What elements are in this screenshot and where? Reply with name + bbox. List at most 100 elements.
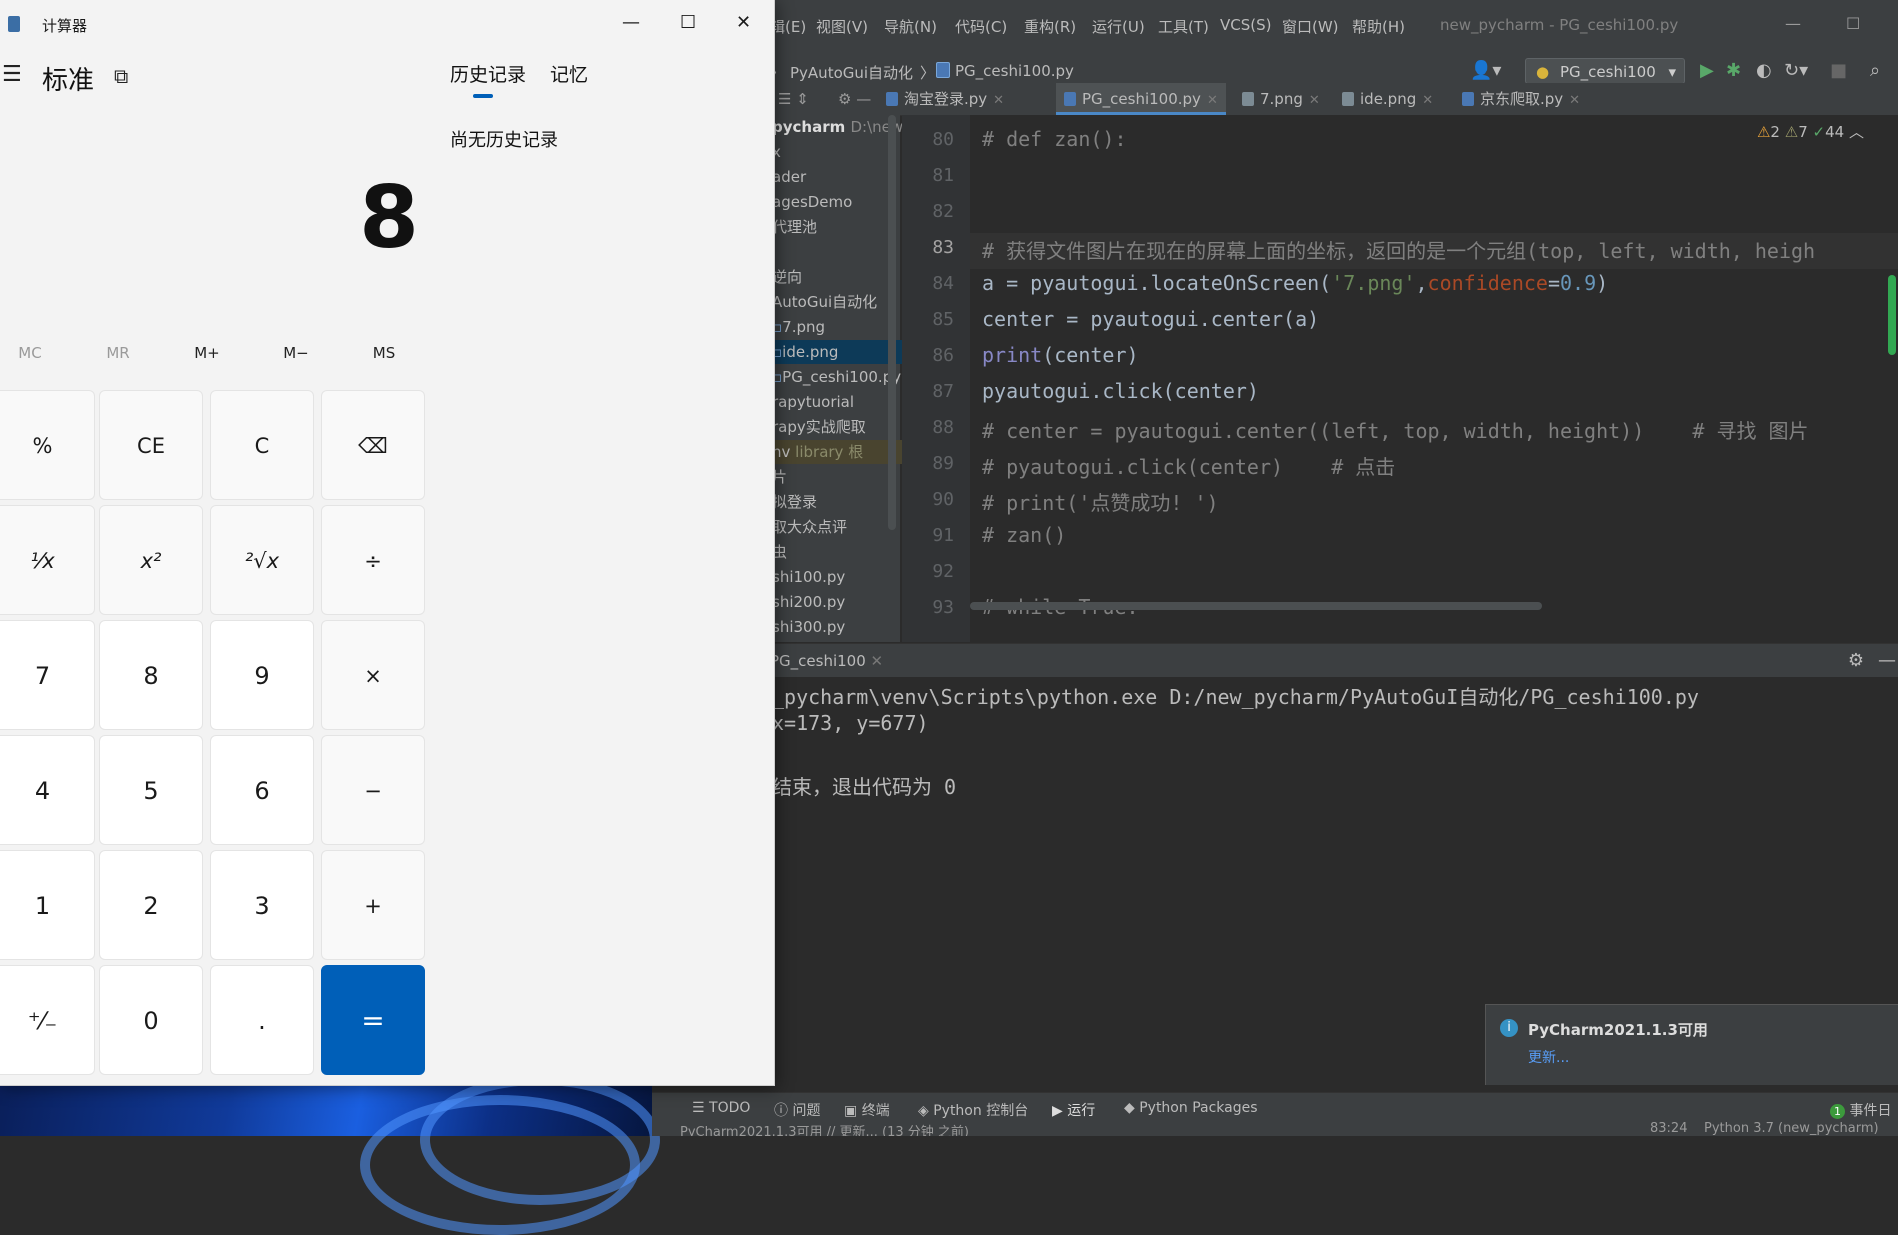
hide-icon[interactable]: — bbox=[1878, 650, 1896, 671]
breadcrumb-folder[interactable]: PyAutoGui自动化 bbox=[790, 62, 913, 83]
update-notification[interactable]: i PyCharm2021.1.3可用 更新... bbox=[1485, 1004, 1898, 1085]
digit-3-button[interactable]: 3 bbox=[210, 850, 314, 960]
run-configuration-select[interactable]: ● PG_ceshi100 ▾ bbox=[1525, 58, 1685, 84]
menu-view[interactable]: 视图(V) bbox=[816, 16, 868, 37]
user-icon[interactable]: 👤▾ bbox=[1470, 60, 1501, 81]
close-icon[interactable]: ✕ bbox=[1309, 93, 1320, 108]
tab-7-png[interactable]: 7.png ✕ bbox=[1234, 83, 1328, 115]
memory-clear-button[interactable]: MC bbox=[0, 344, 74, 362]
digit-5-button[interactable]: 5 bbox=[99, 735, 203, 845]
python-packages-tool[interactable]: ◆ Python Packages bbox=[1124, 1100, 1258, 1116]
reciprocal-button[interactable]: ¹⁄x bbox=[0, 505, 95, 615]
digit-2-button[interactable]: 2 bbox=[99, 850, 203, 960]
tab-taobao-login[interactable]: 淘宝登录.py ✕ bbox=[878, 83, 1012, 115]
subtract-button[interactable]: − bbox=[321, 735, 425, 845]
keep-on-top-icon[interactable]: ⧉ bbox=[114, 64, 128, 88]
update-link[interactable]: 更新... bbox=[1528, 1047, 1569, 1067]
percent-button[interactable]: % bbox=[0, 390, 95, 500]
run-tab[interactable]: PG_ceshi100 ✕ bbox=[770, 652, 883, 670]
clear-entry-button[interactable]: CE bbox=[99, 390, 203, 500]
hamburger-menu-icon[interactable]: ☰ bbox=[2, 62, 22, 87]
close-icon[interactable]: ✕ bbox=[1422, 93, 1433, 108]
horizontal-scrollbar[interactable] bbox=[970, 602, 1542, 610]
tree-item[interactable]: ader bbox=[772, 165, 806, 189]
minimize-icon[interactable]: — bbox=[622, 12, 640, 33]
search-icon[interactable]: ⌕ bbox=[1870, 60, 1880, 81]
digit-7-button[interactable]: 7 bbox=[0, 620, 95, 730]
tree-item[interactable]: shi200.py bbox=[772, 590, 845, 614]
maximize-icon[interactable]: ☐ bbox=[680, 12, 696, 33]
project-scrollbar[interactable] bbox=[888, 115, 896, 530]
tab-memory[interactable]: 记忆 bbox=[550, 60, 588, 87]
menu-navigate[interactable]: 导航(N) bbox=[884, 16, 937, 37]
tree-item[interactable]: 拟登录 bbox=[772, 490, 817, 514]
memory-add-button[interactable]: M+ bbox=[163, 344, 251, 362]
tab-ide-png[interactable]: ide.png ✕ bbox=[1334, 83, 1441, 115]
close-icon[interactable]: ✕ bbox=[993, 93, 1004, 108]
menu-refactor[interactable]: 重构(R) bbox=[1024, 16, 1076, 37]
status-right[interactable]: 83:24 Python 3.7 (new_pycharm) bbox=[1650, 1122, 1879, 1136]
menu-window[interactable]: 窗口(W) bbox=[1282, 16, 1339, 37]
tab-history[interactable]: 历史记录 bbox=[450, 60, 526, 87]
status-message[interactable]: PyCharm2021.1.3可用 // 更新... (13 分钟 之前) bbox=[680, 1122, 969, 1136]
digit-4-button[interactable]: 4 bbox=[0, 735, 95, 845]
memory-store-button[interactable]: MS bbox=[340, 344, 428, 362]
run-icon[interactable]: ▶ bbox=[1700, 60, 1714, 81]
tree-item-venv[interactable]: nv library 根 bbox=[770, 440, 902, 464]
tree-item[interactable]: shi100.py bbox=[772, 565, 845, 589]
digit-8-button[interactable]: 8 bbox=[99, 620, 203, 730]
inspection-widget[interactable]: ⚠2 ⚠7 ✓44 ︿ bbox=[1757, 121, 1864, 142]
equals-button[interactable]: = bbox=[321, 965, 425, 1075]
digit-6-button[interactable]: 6 bbox=[210, 735, 314, 845]
square-button[interactable]: x² bbox=[99, 505, 203, 615]
menu-edit[interactable]: 辑(E) bbox=[770, 16, 806, 37]
menu-vcs[interactable]: VCS(S) bbox=[1220, 16, 1271, 34]
tree-item[interactable]: rapytuorial bbox=[772, 390, 854, 414]
menu-run[interactable]: 运行(U) bbox=[1092, 16, 1145, 37]
menu-help[interactable]: 帮助(H) bbox=[1352, 16, 1405, 37]
menu-tools[interactable]: 工具(T) bbox=[1158, 16, 1209, 37]
chevron-up-icon[interactable]: ︿ bbox=[1849, 123, 1864, 141]
backspace-button[interactable]: ⌫ bbox=[321, 390, 425, 500]
digit-9-button[interactable]: 9 bbox=[210, 620, 314, 730]
digit-1-button[interactable]: 1 bbox=[0, 850, 95, 960]
divide-button[interactable]: ÷ bbox=[321, 505, 425, 615]
close-icon[interactable]: ✕ bbox=[1207, 93, 1218, 108]
tree-item[interactable]: rapy实战爬取 bbox=[772, 415, 866, 439]
multiply-button[interactable]: × bbox=[321, 620, 425, 730]
digit-0-button[interactable]: 0 bbox=[99, 965, 203, 1075]
tree-item[interactable]: 代理池 bbox=[772, 215, 817, 239]
tree-item[interactable]: AutoGui自动化 bbox=[772, 290, 877, 314]
tree-item[interactable]: 逆向 bbox=[772, 265, 802, 289]
tree-item[interactable]: 取大众点评 bbox=[772, 515, 847, 539]
square-root-button[interactable]: ²√x bbox=[210, 505, 314, 615]
tab-pg-ceshi100[interactable]: PG_ceshi100.py ✕ bbox=[1056, 83, 1226, 115]
decimal-button[interactable]: . bbox=[210, 965, 314, 1075]
debug-icon[interactable]: ✱ bbox=[1726, 60, 1741, 81]
terminal-tool[interactable]: ▣ 终端 bbox=[844, 1100, 890, 1120]
tree-item-selected[interactable]: ▫ide.png bbox=[770, 340, 902, 364]
memory-subtract-button[interactable]: M− bbox=[252, 344, 340, 362]
breadcrumb-file[interactable]: PG_ceshi100.py bbox=[936, 62, 1074, 80]
coverage-icon[interactable]: ◐ bbox=[1756, 60, 1772, 81]
tree-item-project-root[interactable]: pycharm D:\new bbox=[772, 115, 903, 139]
close-icon[interactable]: ✕ bbox=[736, 12, 751, 33]
run-tool[interactable]: ▶ 运行 bbox=[1052, 1100, 1095, 1120]
tree-item[interactable]: ▫PG_ceshi100.py bbox=[772, 365, 901, 389]
close-icon[interactable]: ✕ bbox=[871, 652, 884, 670]
python-console-tool[interactable]: ◈ Python 控制台 bbox=[918, 1100, 1028, 1120]
menu-code[interactable]: 代码(C) bbox=[955, 16, 1007, 37]
close-icon[interactable]: ✕ bbox=[1569, 93, 1580, 108]
memory-recall-button[interactable]: MR bbox=[74, 344, 162, 362]
gear-icon[interactable]: ⚙ bbox=[1848, 650, 1864, 671]
tree-item[interactable]: ▫7.png bbox=[772, 315, 825, 339]
stop-icon[interactable]: ■ bbox=[1830, 60, 1847, 81]
minimize-icon[interactable]: — bbox=[1785, 14, 1801, 33]
structure-icon[interactable]: ☰ ⇕ bbox=[770, 83, 817, 115]
clear-button[interactable]: C bbox=[210, 390, 314, 500]
tree-item[interactable]: agesDemo bbox=[772, 190, 852, 214]
maximize-icon[interactable]: ☐ bbox=[1846, 14, 1860, 33]
tree-item[interactable]: shi300.py bbox=[772, 615, 845, 639]
gear-icon[interactable]: ⚙ — bbox=[830, 83, 879, 115]
code-editor[interactable]: ⚠2 ⚠7 ✓44 ︿ # def zan(): # 获得文件图片在现在的屏幕上… bbox=[970, 115, 1898, 642]
